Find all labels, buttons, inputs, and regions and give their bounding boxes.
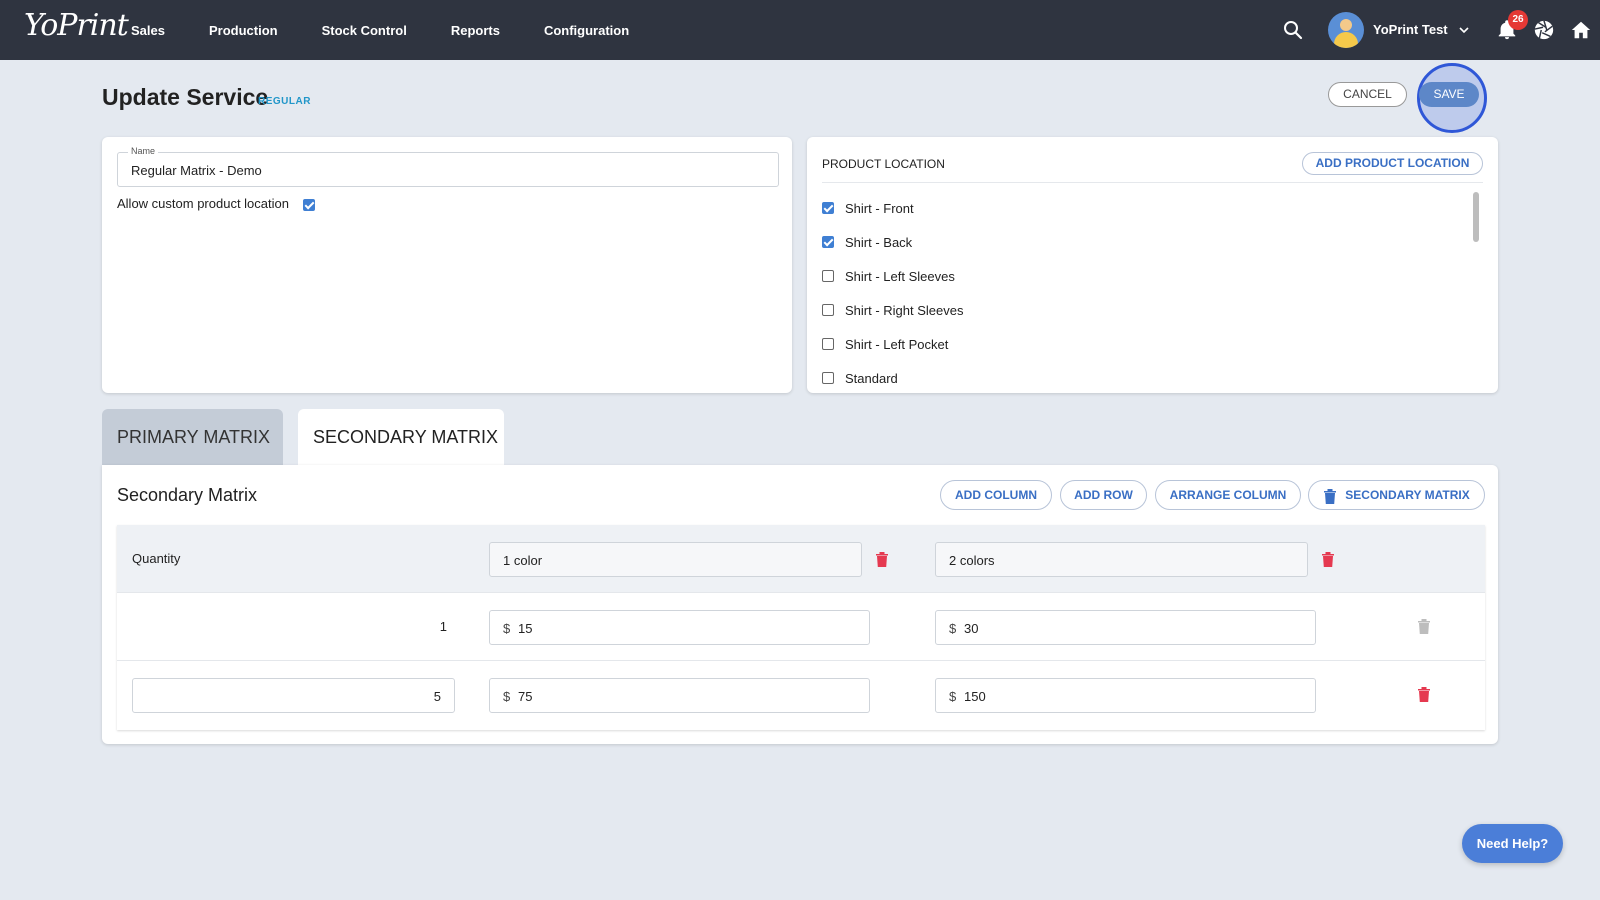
product-location-card: PRODUCT LOCATION ADD PRODUCT LOCATION Sh… — [807, 137, 1498, 393]
delete-column-icon[interactable] — [1321, 551, 1335, 568]
product-location-checkbox[interactable] — [822, 270, 834, 282]
table-row: 5 $ 75 $ 150 — [117, 661, 1485, 729]
delete-secondary-matrix-button[interactable]: SECONDARY MATRIX — [1308, 480, 1485, 510]
delete-secondary-matrix-label: SECONDARY MATRIX — [1345, 488, 1470, 502]
quantity-header: Quantity — [132, 551, 181, 566]
nav-item-production[interactable]: Production — [209, 23, 278, 38]
price-value: 75 — [518, 689, 533, 704]
page-title: Update Service — [102, 84, 269, 110]
aperture-icon[interactable] — [1533, 19, 1555, 41]
home-icon[interactable] — [1570, 19, 1592, 41]
avatar[interactable] — [1328, 12, 1364, 48]
product-location-item[interactable]: Standard — [822, 369, 898, 387]
product-location-label: Shirt - Back — [845, 234, 913, 250]
matrix-table: Quantity 1 color 2 colors 1 $ 15 $ 30 5 … — [117, 525, 1485, 730]
product-location-item[interactable]: Shirt - Left Pocket — [822, 335, 948, 353]
cancel-button[interactable]: CANCEL — [1328, 82, 1407, 107]
name-field-label: Name — [128, 146, 159, 156]
user-name[interactable]: YoPrint Test — [1373, 22, 1448, 37]
name-field[interactable]: Name Regular Matrix - Demo — [117, 146, 779, 187]
nav-item-reports[interactable]: Reports — [451, 23, 500, 38]
column-name-value: 2 colors — [949, 553, 995, 568]
product-location-label: Shirt - Left Pocket — [845, 336, 949, 352]
currency-symbol: $ — [949, 621, 957, 636]
tab-secondary-matrix[interactable]: SECONDARY MATRIX — [298, 409, 504, 465]
search-icon[interactable] — [1283, 20, 1303, 40]
tab-primary-matrix[interactable]: PRIMARY MATRIX — [102, 409, 283, 465]
divider — [822, 182, 1483, 183]
nav-item-configuration[interactable]: Configuration — [544, 23, 629, 38]
product-location-label: Shirt - Right Sleeves — [845, 302, 964, 318]
product-location-header: PRODUCT LOCATION — [822, 157, 945, 171]
service-details-card: Name Regular Matrix - Demo Allow custom … — [102, 137, 792, 393]
product-location-item[interactable]: Shirt - Right Sleeves — [822, 301, 964, 319]
scrollbar[interactable] — [1473, 192, 1479, 242]
product-location-checkbox[interactable] — [822, 236, 834, 248]
product-location-checkbox[interactable] — [822, 338, 834, 350]
currency-symbol: $ — [949, 689, 957, 704]
add-product-location-button[interactable]: ADD PRODUCT LOCATION — [1302, 152, 1483, 175]
delete-row-icon-disabled — [1418, 619, 1430, 634]
top-navigation-bar: YoPrint Sales Production Stock Control R… — [0, 0, 1600, 60]
allow-custom-location-label: Allow custom product location — [117, 196, 289, 211]
main-nav: Sales Production Stock Control Reports C… — [131, 0, 673, 60]
price-input[interactable]: $ 30 — [935, 610, 1316, 645]
price-input[interactable]: $ 75 — [489, 678, 870, 713]
name-field-value[interactable]: Regular Matrix - Demo — [131, 163, 262, 178]
matrix-title: Secondary Matrix — [117, 485, 258, 505]
product-location-checkbox[interactable] — [822, 304, 834, 316]
delete-column-icon[interactable] — [875, 551, 889, 568]
notification-badge: 26 — [1508, 10, 1528, 30]
product-location-item[interactable]: Shirt - Back — [822, 233, 912, 251]
table-header-row: Quantity 1 color 2 colors — [117, 525, 1485, 593]
product-location-checkbox[interactable] — [822, 372, 834, 384]
currency-symbol: $ — [503, 621, 511, 636]
product-location-label: Shirt - Left Sleeves — [845, 268, 955, 284]
add-column-button[interactable]: ADD COLUMN — [940, 480, 1052, 510]
product-location-item[interactable]: Shirt - Left Sleeves — [822, 267, 955, 285]
product-location-item[interactable]: Shirt - Front — [822, 199, 914, 217]
product-location-label: Standard — [845, 370, 898, 386]
product-location-checkbox[interactable] — [822, 202, 834, 214]
service-type-label: REGULAR — [258, 96, 311, 107]
nav-item-stock-control[interactable]: Stock Control — [322, 23, 407, 38]
need-help-button[interactable]: Need Help? — [1462, 824, 1563, 863]
currency-symbol: $ — [503, 689, 511, 704]
price-input[interactable]: $ 150 — [935, 678, 1316, 713]
arrange-column-button[interactable]: ARRANGE COLUMN — [1155, 480, 1301, 510]
column-name-value: 1 color — [503, 553, 543, 568]
app-logo[interactable]: YoPrint — [24, 8, 129, 43]
column-name-input[interactable]: 1 color — [489, 542, 862, 577]
table-row: 1 $ 15 $ 30 — [117, 593, 1485, 661]
quantity-value: 5 — [433, 689, 441, 704]
price-value: 30 — [964, 621, 979, 636]
quantity-input[interactable]: 5 — [132, 678, 455, 713]
product-location-label: Shirt - Front — [845, 200, 914, 216]
trash-icon — [1324, 489, 1336, 504]
save-button[interactable]: SAVE — [1419, 82, 1479, 107]
column-name-input[interactable]: 2 colors — [935, 542, 1308, 577]
chevron-down-icon[interactable] — [1458, 24, 1470, 36]
price-value: 15 — [518, 621, 533, 636]
price-value: 150 — [964, 689, 986, 704]
nav-item-sales[interactable]: Sales — [131, 23, 165, 38]
allow-custom-location-checkbox[interactable] — [303, 199, 315, 211]
price-input[interactable]: $ 15 — [489, 610, 870, 645]
delete-row-icon[interactable] — [1417, 686, 1431, 703]
secondary-matrix-card: Secondary Matrix ADD COLUMN ADD ROW ARRA… — [102, 465, 1498, 744]
add-row-button[interactable]: ADD ROW — [1060, 480, 1147, 510]
